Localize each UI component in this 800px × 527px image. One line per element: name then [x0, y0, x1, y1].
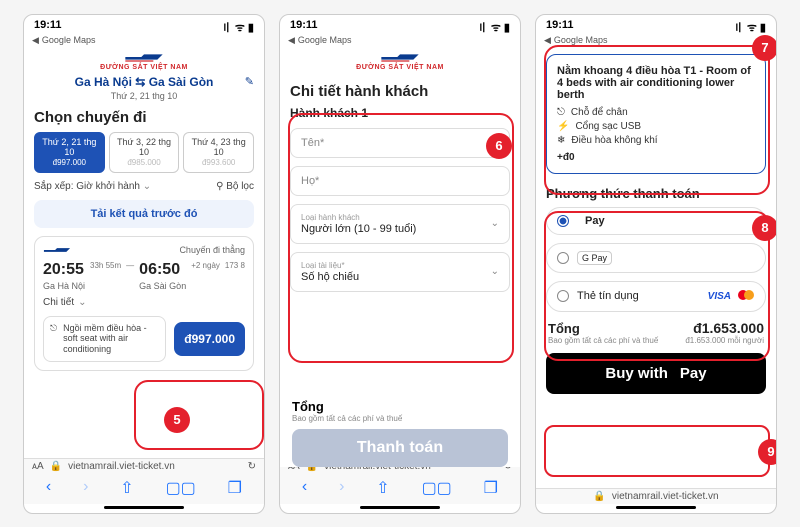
screen-search-results: 19:11 〢 ᯤ ▮ ◀Google Maps ĐƯỜNG SẮT VIỆT …	[23, 14, 265, 514]
seat-icon: ⎋	[50, 323, 57, 334]
first-name-input[interactable]: Tên*	[290, 128, 510, 158]
callout-7: 7	[752, 35, 777, 61]
mastercard-icon	[737, 289, 755, 304]
lock-icon: 🔒	[50, 461, 62, 472]
screen-payment: 19:11〢 ᯤ ▮ ◀Google Maps Nằm khoang 4 điề…	[535, 14, 777, 514]
detail-toggle[interactable]: Chi tiết ⌄	[43, 297, 245, 308]
share-icon[interactable]: ⇧	[376, 478, 389, 498]
payment-heading: Phương thức thanh toán	[546, 186, 766, 201]
date-tab-2[interactable]: Thứ 3, 22 thg 10đ985.000	[109, 132, 180, 173]
edit-icon[interactable]: ✎	[245, 75, 254, 88]
status-bar: 19:11〢 ᯤ ▮	[536, 15, 776, 35]
breadcrumb[interactable]: ◀Google Maps	[536, 35, 776, 48]
dep-time: 20:55	[43, 261, 85, 279]
passenger-label: Hành khách 1	[290, 106, 510, 120]
vnr-logo: ĐƯỜNG SẮT VIỆT NAM	[280, 48, 520, 75]
forward-icon[interactable]: ›	[83, 478, 88, 498]
bookmarks-icon[interactable]: ▢▢	[166, 478, 196, 498]
tabs-icon[interactable]: ❐	[228, 478, 242, 498]
status-icons: 〢 ᯤ ▮	[221, 19, 254, 35]
pay-option-card[interactable]: Thẻ tín dụng VISA	[546, 281, 766, 312]
forward-icon[interactable]: ›	[339, 478, 344, 498]
address-bar[interactable]: ᴀA🔒vietnamrail.viet-ticket.vn↻	[24, 458, 264, 474]
share-icon[interactable]: ⇧	[120, 478, 133, 498]
home-indicator	[104, 506, 184, 509]
bookmarks-icon[interactable]: ▢▢	[422, 478, 452, 498]
tabs-icon[interactable]: ❐	[484, 478, 498, 498]
date-tab-1[interactable]: Thứ 2, 21 thg 10đ997.000	[34, 132, 105, 173]
date-tabs: Thứ 2, 21 thg 10đ997.000 Thứ 3, 22 thg 1…	[34, 132, 254, 173]
direct-label: Chuyến đi thẳng	[179, 245, 245, 255]
sort-select[interactable]: Giờ khởi hành ⌄	[76, 181, 151, 192]
price-button[interactable]: đ997.000	[174, 322, 245, 356]
chevron-down-icon: ⌄	[491, 218, 499, 229]
address-bar[interactable]: 🔒vietnamrail.viet-ticket.vn	[536, 488, 776, 504]
vnr-logo: ĐƯỜNG SẮT VIỆT NAM	[24, 48, 264, 75]
usb-icon: ⚡	[557, 121, 569, 132]
date-tab-3[interactable]: Thứ 4, 23 thg 10đ993.600	[183, 132, 254, 173]
seat-class[interactable]: ⎋Ngồi mềm điều hòa - soft seat with air …	[43, 316, 166, 362]
filter-button[interactable]: ⚲ Bộ lọc	[216, 181, 254, 192]
ac-icon: ❄	[557, 135, 565, 146]
screen-passenger-details: 19:11 〢 ᯤ ▮ ◀Google Maps ĐƯỜNG SẮT VIỆT …	[279, 14, 521, 514]
breadcrumb[interactable]: ◀Google Maps	[24, 35, 264, 48]
train-result-card[interactable]: Chuyến đi thẳng 20:55Ga Hà Nội 33h 55m —…	[34, 236, 254, 371]
back-icon[interactable]: ‹	[302, 478, 307, 498]
callout-5: 5	[164, 407, 190, 433]
pay-option-google[interactable]: G Pay	[546, 243, 766, 273]
callout-6: 6	[486, 133, 512, 159]
train-icon	[43, 245, 71, 255]
pay-option-apple[interactable]: Pay	[546, 207, 766, 235]
browser-toolbar: ‹ › ⇧ ▢▢ ❐	[24, 474, 264, 504]
google-pay-icon: G Pay	[577, 251, 612, 265]
radio-icon	[557, 215, 569, 227]
route-summary: Ga Hà Nội ⇆ Ga Sài Gòn Thứ 2, 21 thg 10	[34, 75, 254, 101]
visa-icon: VISA	[708, 291, 731, 302]
total-label: Tổng	[292, 399, 508, 414]
page-title: Chi tiết hành khách	[290, 83, 510, 100]
callout-9: 9	[758, 439, 777, 465]
last-name-input[interactable]: Họ*	[290, 166, 510, 196]
breadcrumb[interactable]: ◀Google Maps	[280, 35, 520, 48]
status-bar: 19:11 〢 ᯤ ▮	[280, 15, 520, 35]
status-bar: 19:11 〢 ᯤ ▮	[24, 15, 264, 35]
status-time: 19:11	[34, 19, 62, 35]
buy-with-apple-pay-button[interactable]: Buy with Pay	[546, 353, 766, 394]
total-label: Tổng	[548, 321, 658, 336]
chevron-down-icon: ⌄	[491, 266, 499, 277]
berth-option-card[interactable]: Nằm khoang 4 điều hòa T1 - Room of 4 bed…	[546, 54, 766, 174]
document-type-select[interactable]: Loại tài liệu*Số hộ chiếu ⌄	[290, 252, 510, 292]
pay-button[interactable]: Thanh toán	[292, 429, 508, 467]
reload-results-button[interactable]: Tải kết quả trước đó	[34, 200, 254, 228]
back-icon[interactable]: ‹	[46, 478, 51, 498]
price-delta: +đ0	[557, 152, 755, 163]
reload-icon[interactable]: ↻	[248, 461, 256, 472]
legroom-icon: ⎋	[557, 107, 565, 118]
passenger-type-select[interactable]: Loại hành kháchNgười lớn (10 - 99 tuổi) …	[290, 204, 510, 244]
arr-time: 06:50	[139, 261, 186, 279]
train-icon	[124, 50, 164, 64]
total-amount: đ1.653.000	[685, 320, 764, 336]
callout-8: 8	[752, 215, 777, 241]
page-title: Chọn chuyến đi	[34, 109, 254, 126]
